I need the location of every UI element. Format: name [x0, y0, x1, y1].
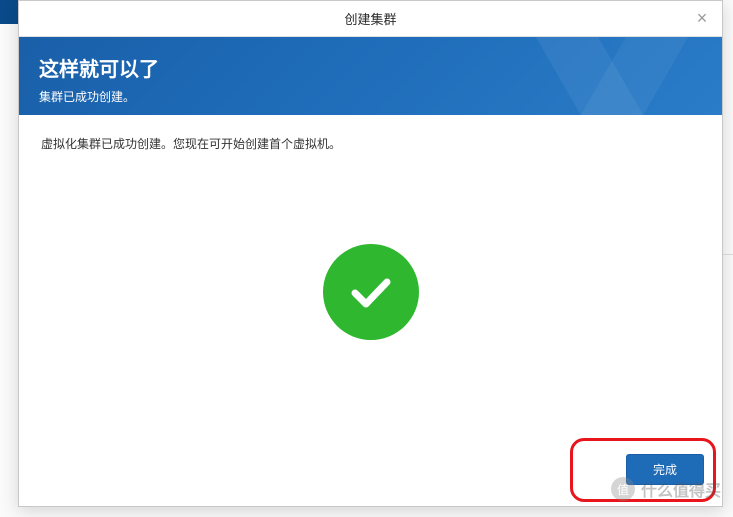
banner-subtitle: 集群已成功创建。 — [39, 88, 702, 105]
right-divider — [723, 254, 733, 255]
modal-title: 创建集群 — [344, 9, 396, 28]
done-button[interactable]: 完成 — [626, 454, 704, 485]
check-circle-icon — [323, 244, 419, 340]
banner-title: 这样就可以了 — [39, 53, 702, 82]
create-cluster-modal: 创建集群 × 这样就可以了 集群已成功创建。 虚拟化集群已成功创建。您现在可开始… — [18, 0, 723, 507]
modal-footer: 完成 — [19, 442, 722, 506]
banner: 这样就可以了 集群已成功创建。 — [19, 37, 722, 115]
sidebar-stub — [0, 0, 18, 24]
checkmark-icon — [343, 264, 399, 320]
modal-content: 虚拟化集群已成功创建。您现在可开始创建首个虚拟机。 — [19, 115, 722, 442]
modal-header: 创建集群 × — [19, 1, 722, 37]
content-message: 虚拟化集群已成功创建。您现在可开始创建首个虚拟机。 — [41, 135, 700, 152]
close-icon[interactable]: × — [692, 9, 712, 29]
success-indicator — [323, 244, 419, 340]
